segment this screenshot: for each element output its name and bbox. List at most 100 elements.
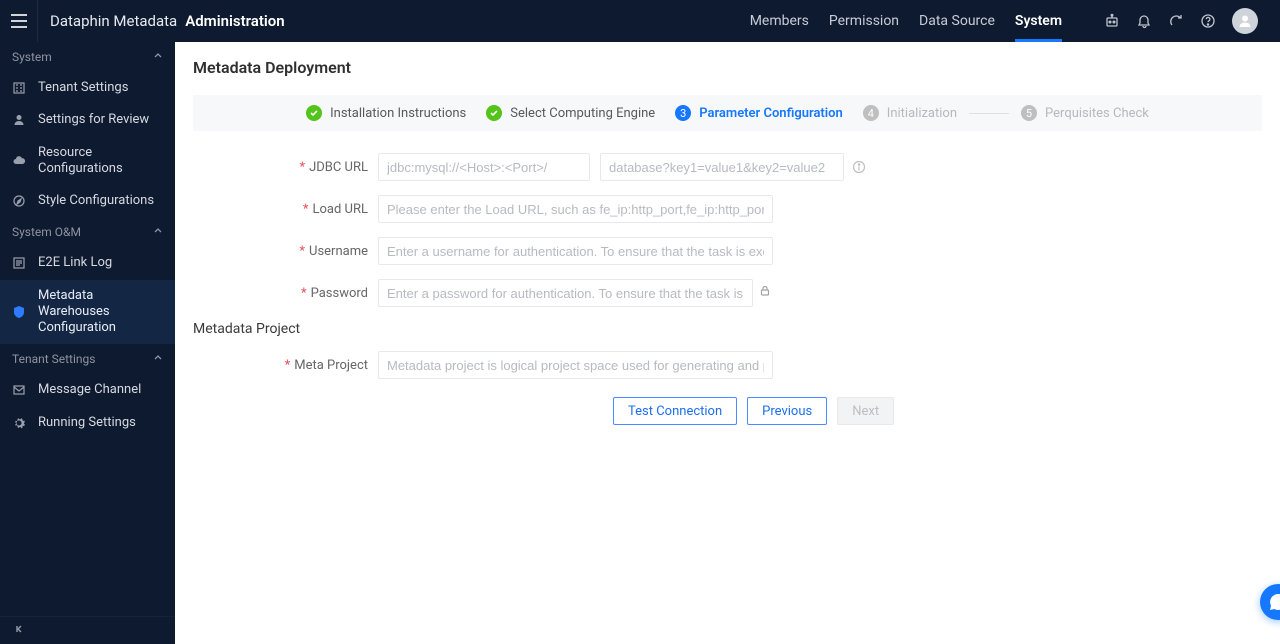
row-password: *Password (193, 279, 1262, 307)
sidebar-item-label: E2E Link Log (38, 255, 165, 271)
label-username: *Username (193, 244, 378, 259)
sidebar-item-running-settings[interactable]: Running Settings (0, 407, 175, 439)
nav-data-source[interactable]: Data Source (919, 0, 995, 42)
sidebar-footer (0, 616, 175, 644)
sidebar-group-tenant-settings[interactable]: Tenant Settings (0, 344, 175, 374)
row-username: *Username (193, 237, 1262, 265)
mail-icon (10, 383, 28, 397)
compass-icon (10, 194, 28, 208)
sidebar-item-settings-for-review[interactable]: Settings for Review (0, 104, 175, 136)
section-title-metadata-project: Metadata Project (193, 321, 1262, 337)
info-icon[interactable] (852, 160, 866, 174)
page-title: Metadata Deployment (193, 58, 1262, 77)
nav-system[interactable]: System (1015, 0, 1062, 42)
label-jdbc-url: *JDBC URL (193, 160, 378, 175)
nav-members-label: Members (750, 13, 809, 29)
brand-section: Administration (185, 12, 284, 30)
check-icon (486, 105, 502, 121)
next-button: Next (837, 397, 894, 425)
row-meta-project: *Meta Project (193, 351, 1262, 379)
cloud-icon (10, 154, 28, 168)
chevron-up-icon (153, 50, 163, 64)
sidebar-item-style-configurations[interactable]: Style Configurations (0, 185, 175, 217)
sidebar-item-resource-configurations[interactable]: Resource Configurations (0, 137, 175, 186)
step-initialization: 4 Initialization (853, 105, 967, 121)
previous-button[interactable]: Previous (747, 397, 827, 425)
password-input[interactable] (378, 279, 753, 307)
label-text: Username (309, 244, 368, 259)
nav-permission[interactable]: Permission (829, 0, 899, 42)
button-label: Next (852, 404, 879, 419)
sidebar-item-e2e-link-log[interactable]: E2E Link Log (0, 247, 175, 279)
lock-icon (759, 285, 771, 301)
nav-data-source-label: Data Source (919, 13, 995, 29)
jdbc-url-db-input[interactable] (600, 153, 844, 181)
label-load-url: *Load URL (193, 202, 378, 217)
help-bubble-button[interactable] (1260, 584, 1280, 620)
step-number-icon: 4 (863, 105, 879, 121)
sidebar-group-system-om[interactable]: System O&M (0, 217, 175, 247)
step-select-computing-engine[interactable]: Select Computing Engine (476, 105, 665, 121)
jdbc-url-host-input[interactable] (378, 153, 590, 181)
step-perquisites-check: 5 Perquisites Check (1011, 105, 1159, 121)
avatar[interactable] (1232, 8, 1258, 34)
sidebar-item-label: Style Configurations (38, 193, 165, 209)
label-meta-project: *Meta Project (193, 358, 378, 373)
step-parameter-configuration[interactable]: 3 Parameter Configuration (665, 105, 853, 121)
label-text: Meta Project (294, 358, 368, 373)
sidebar-item-metadata-warehouses-configuration[interactable]: Metadata Warehouses Configuration (0, 280, 175, 345)
sidebar-item-label: Running Settings (38, 415, 165, 431)
help-icon[interactable] (1200, 13, 1216, 29)
bell-icon[interactable] (1136, 13, 1152, 29)
gear-icon (10, 416, 28, 430)
sidebar-item-label: Message Channel (38, 382, 165, 398)
step-label: Select Computing Engine (510, 106, 655, 121)
main-content: Metadata Deployment Installation Instruc… (175, 42, 1280, 644)
label-text: Load URL (313, 202, 369, 217)
shield-icon (10, 305, 28, 319)
collapse-sidebar-icon[interactable] (14, 623, 26, 639)
sidebar-item-label: Settings for Review (38, 112, 165, 128)
label-text: JDBC URL (309, 160, 368, 175)
robot-icon[interactable] (1104, 13, 1120, 29)
button-row: Test Connection Previous Next (613, 397, 1262, 425)
nav-permission-label: Permission (829, 13, 899, 29)
meta-project-input[interactable] (378, 351, 773, 379)
steps-bar: Installation Instructions Select Computi… (193, 95, 1262, 131)
refresh-icon[interactable] (1168, 13, 1184, 29)
top-nav: Members Permission Data Source System (750, 0, 1280, 42)
nav-members[interactable]: Members (750, 0, 809, 42)
load-url-input[interactable] (378, 195, 773, 223)
sidebar-group-tenant-settings-label: Tenant Settings (12, 352, 95, 366)
step-label: Initialization (887, 106, 957, 121)
brand: Dataphin Metadata Administration (38, 12, 285, 30)
form-area: *JDBC URL *Load URL *Username *Password (193, 131, 1262, 425)
username-input[interactable] (378, 237, 773, 265)
sidebar-group-system-label: System (12, 50, 52, 64)
step-installation-instructions[interactable]: Installation Instructions (296, 105, 476, 121)
sidebar-item-message-channel[interactable]: Message Channel (0, 374, 175, 406)
hamburger-button[interactable] (0, 0, 38, 42)
sidebar-item-label: Tenant Settings (38, 80, 165, 96)
step-label: Parameter Configuration (699, 106, 843, 121)
sidebar-item-tenant-settings[interactable]: Tenant Settings (0, 72, 175, 104)
sidebar-item-label: Resource Configurations (38, 145, 165, 178)
chevron-up-icon (153, 352, 163, 366)
sidebar-item-label: Metadata Warehouses Configuration (38, 288, 165, 337)
building-icon (10, 81, 28, 95)
top-bar: Dataphin Metadata Administration Members… (0, 0, 1280, 42)
step-number-icon: 5 (1021, 105, 1037, 121)
sidebar: System Tenant Settings Settings for Revi… (0, 42, 175, 644)
log-icon (10, 256, 28, 270)
sidebar-group-system[interactable]: System (0, 42, 175, 72)
hamburger-icon (11, 14, 27, 28)
nav-system-label: System (1015, 13, 1062, 29)
test-connection-button[interactable]: Test Connection (613, 397, 737, 425)
label-text: Password (311, 286, 368, 301)
step-connector (969, 113, 1009, 114)
step-number-icon: 3 (675, 105, 691, 121)
step-label: Perquisites Check (1045, 106, 1149, 121)
sidebar-group-system-om-label: System O&M (12, 225, 81, 239)
chevron-up-icon (153, 225, 163, 239)
row-load-url: *Load URL (193, 195, 1262, 223)
